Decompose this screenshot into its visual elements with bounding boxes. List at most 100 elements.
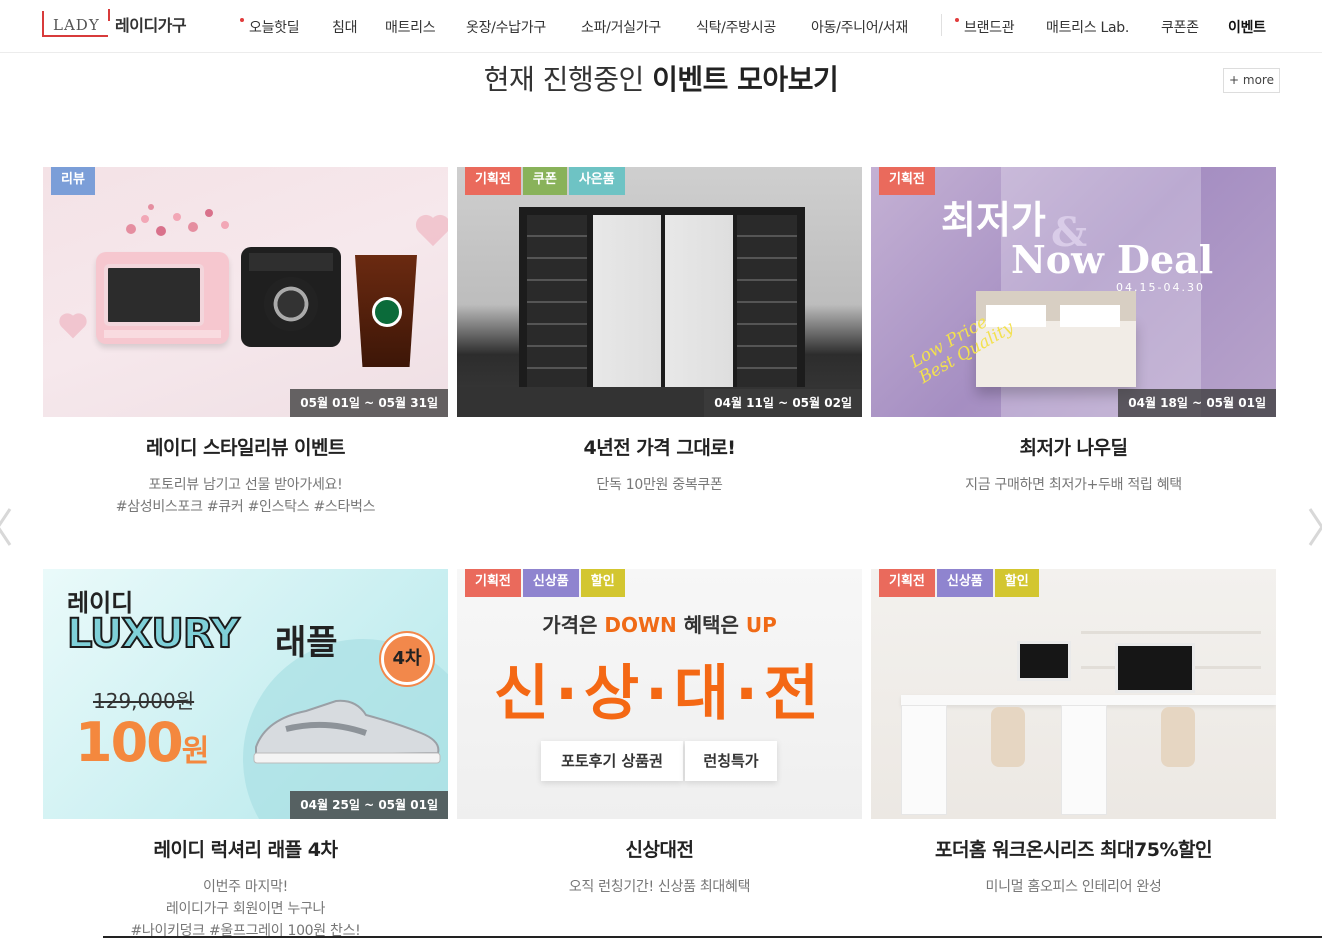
logo-text-en: LADY [53,16,100,34]
event-description: 단독 10만원 중복쿠폰 [457,474,862,496]
nav-brand[interactable]: 브랜드관 [954,17,1015,37]
banner-headline: 가격은 DOWN 혜택은 UP [542,613,777,637]
monitor-image [1017,641,1071,681]
logo-mark: LADY [42,9,110,37]
more-button[interactable]: + more [1223,68,1280,93]
nav-dining[interactable]: 식탁/주방시공 [696,17,776,37]
banner-line2: LUXURY [66,610,240,658]
tag-review: 리뷰 [51,167,95,200]
chevron-left-icon[interactable] [0,505,14,549]
tag-group: 기획전 신상품 할인 [465,569,625,602]
event-card[interactable]: 기획전 신상품 할인 포더홈 워크온시리즈 최대75%할인 미니멀 홈오피스 인… [871,569,1276,898]
tag-plan: 기획전 [465,569,521,602]
event-card[interactable]: 기획전 최저가 & Now Deal 04.15-04.30 Low Price… [871,167,1276,496]
event-description: 이번주 마지막! 레이디가구 회원이면 누구나 #나이키덩크 #울프그레이 10… [43,876,448,938]
description-line: 포토리뷰 남기고 선물 받아가세요! [148,477,343,493]
event-card[interactable]: 리뷰 05월 01일 ~ 05월 31일 레이디 스타일리뷰 이벤트 포토리뷰 … [43,167,448,518]
nav-event[interactable]: 이벤트 [1228,17,1266,37]
sneaker-image [253,699,441,764]
description-line: 지금 구매하면 최저가+두배 적립 혜택 [965,477,1182,493]
tag-plan: 기획전 [465,167,521,200]
event-thumbnail[interactable]: 기획전 쿠폰 사은품 04월 11일 ~ 05월 02일 [457,167,862,417]
tag-gift: 사은품 [568,167,625,200]
nav-bed[interactable]: 침대 [332,17,357,37]
nav-today-deal[interactable]: 오늘핫딜 [239,17,300,37]
event-description: 미니멀 홈오피스 인테리어 완성 [871,876,1276,898]
desk-drawer [1061,705,1107,815]
event-description: 오직 런칭기간! 신상품 최대혜택 [457,876,862,898]
banner-line2: Now Deal [1011,237,1214,282]
nav-coupon-zone[interactable]: 쿠폰존 [1161,17,1199,37]
section-title-bold: 이벤트 모아보기 [652,63,839,96]
heart-decoration [61,315,85,339]
raffle-price: 100원 [75,711,209,774]
tag-group: 기획전 신상품 할인 [879,569,1039,602]
nav-mattress[interactable]: 매트리스 [385,17,436,37]
event-period: 05월 01일 ~ 05월 31일 [290,389,448,417]
chair-image [991,707,1025,767]
description-line: 이번주 마지막! [203,879,288,895]
top-navigation-bar: LADY 레이디가구 오늘핫딜 침대 매트리스 옷장/수납가구 소파/거실가구 … [0,0,1322,53]
event-title[interactable]: 레이디 스타일리뷰 이벤트 [43,433,448,460]
description-line: 오직 런칭기간! 신상품 최대혜택 [568,879,751,895]
event-title[interactable]: 신상대전 [457,835,862,862]
coffee-image [355,255,417,367]
monitor-image [1115,643,1195,693]
description-line: 레이디가구 회원이면 누구나 [165,901,326,917]
event-thumbnail[interactable]: 기획전 최저가 & Now Deal 04.15-04.30 Low Price… [871,167,1276,417]
description-line: 미니멀 홈오피스 인테리어 완성 [985,879,1162,895]
tag-plan: 기획전 [879,167,935,200]
event-period: 04월 25일 ~ 05월 01일 [290,791,448,819]
oven-image [96,252,229,344]
camera-image [241,247,341,347]
nav-sofa[interactable]: 소파/거실가구 [581,17,661,37]
event-title[interactable]: 포더홈 워크온시리즈 최대75%할인 [871,835,1276,862]
tag-group: 기획전 [879,167,935,200]
banner-line3: 래플 [275,623,338,663]
logo-text-ko: 레이디가구 [115,16,187,35]
nav-kids[interactable]: 아동/주니어/서재 [811,17,908,37]
tag-sale: 할인 [994,569,1039,602]
nav-mattress-lab[interactable]: 매트리스 Lab. [1046,17,1129,37]
event-card[interactable]: 기획전 쿠폰 사은품 04월 11일 ~ 05월 02일 4년전 가격 그대로!… [457,167,862,496]
tag-new: 신상품 [522,569,579,602]
desk-drawer [901,705,947,815]
section-title: 현재 진행중인 이벤트 모아보기 [0,58,1322,98]
tag-group: 리뷰 [51,167,95,200]
original-price: 129,000원 [93,689,195,713]
description-line: #삼성비스포크 #큐커 #인스탁스 #스타벅스 [115,499,376,515]
event-title[interactable]: 최저가 나우딜 [871,433,1276,460]
event-title[interactable]: 4년전 가격 그대로! [457,433,862,460]
round-badge: 4차 [381,633,433,685]
event-thumbnail[interactable]: 기획전 신상품 할인 가격은 DOWN 혜택은 UP 신·상·대·전 포토후기 … [457,569,862,819]
banner-line1: 최저가 [941,198,1046,242]
tag-new: 신상품 [936,569,993,602]
event-title[interactable]: 레이디 럭셔리 래플 4차 [43,835,448,862]
event-description: 포토리뷰 남기고 선물 받아가세요! #삼성비스포크 #큐커 #인스탁스 #스타… [43,474,448,518]
banner-big-title: 신·상·대·전 [493,659,826,729]
event-period: 04월 18일 ~ 05월 01일 [1118,389,1276,417]
wardrobe-image [519,207,805,397]
description-line: 단독 10만원 중복쿠폰 [596,477,723,493]
tag-plan: 기획전 [879,569,935,602]
event-card[interactable]: 기획전 신상품 할인 가격은 DOWN 혜택은 UP 신·상·대·전 포토후기 … [457,569,862,898]
heart-decoration [418,217,448,247]
nav-divider [941,14,942,36]
event-period: 04월 11일 ~ 05월 02일 [704,389,862,417]
desk-image [901,695,1276,705]
tag-coupon: 쿠폰 [522,167,567,200]
event-thumbnail[interactable]: 기획전 신상품 할인 [871,569,1276,819]
chair-image [1161,707,1195,767]
tag-sale: 할인 [580,569,625,602]
brand-logo[interactable]: LADY 레이디가구 [42,9,187,38]
chevron-right-icon[interactable] [1306,505,1322,549]
event-thumbnail[interactable]: 레이디 LUXURY 래플 4차 129,000원 100원 04월 25일 ~… [43,569,448,819]
event-thumbnail[interactable]: 리뷰 05월 01일 ~ 05월 31일 [43,167,448,417]
flower-decoration [126,204,229,236]
banner-pill: 런칭특가 [685,741,777,781]
tag-group: 기획전 쿠폰 사은품 [465,167,625,200]
section-title-normal: 현재 진행중인 [483,63,644,96]
event-description: 지금 구매하면 최저가+두배 적립 혜택 [871,474,1276,496]
nav-wardrobe[interactable]: 옷장/수납가구 [466,17,546,37]
event-card[interactable]: 레이디 LUXURY 래플 4차 129,000원 100원 04월 25일 ~… [43,569,448,938]
